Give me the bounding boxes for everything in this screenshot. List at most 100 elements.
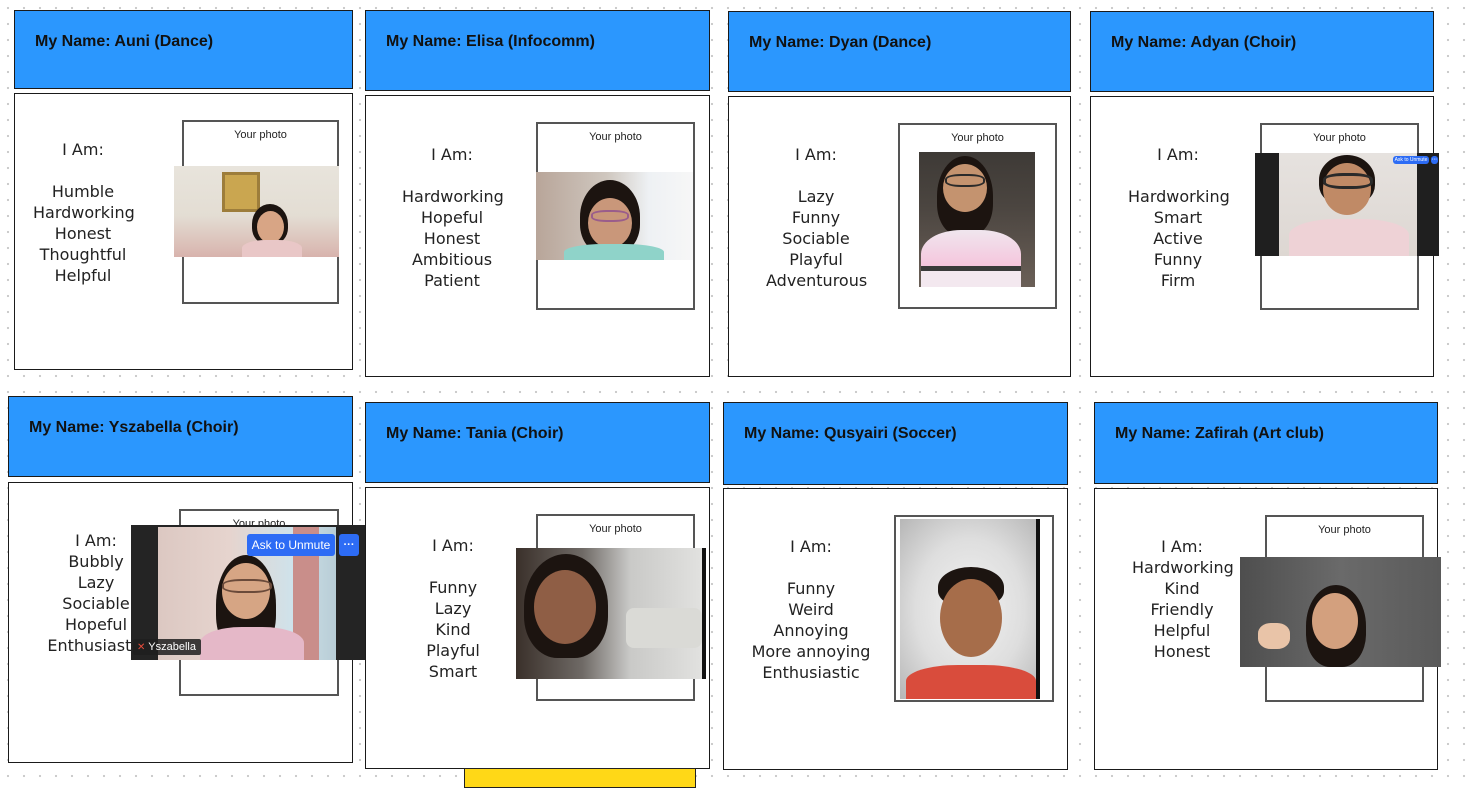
trait-item: Playful: [789, 250, 843, 269]
card-header-tania[interactable]: My Name: Tania (Choir): [365, 402, 710, 483]
card-body-auni[interactable]: I Am: Humble Hardworking Honest Thoughtf…: [14, 93, 353, 370]
card-header-qusyairi[interactable]: My Name: Qusyairi (Soccer): [723, 402, 1068, 485]
trait-item: Patient: [424, 271, 480, 290]
trait-item: Thoughtful: [39, 245, 127, 264]
video-feed: [1279, 153, 1417, 256]
student-photo: [1240, 557, 1441, 667]
i-am-label: I Am:: [431, 145, 473, 164]
photo-label: Your photo: [951, 132, 1004, 144]
face: [1323, 163, 1371, 215]
wall-frame: [222, 172, 260, 212]
card-body-adyan[interactable]: I Am: Hardworking Smart Active Funny Fir…: [1090, 96, 1439, 377]
trait-item: Weird: [788, 600, 834, 619]
card-header-zafirah[interactable]: My Name: Zafirah (Art club): [1094, 402, 1438, 484]
trait-item: Friendly: [1150, 600, 1214, 619]
shirt: [1289, 219, 1409, 256]
trait-list: I Am: Humble Hardworking Honest Thoughtf…: [33, 139, 135, 286]
i-am-label: I Am:: [790, 537, 832, 556]
participant-name-tag: ✕ Yszabella: [133, 639, 201, 655]
face: [257, 211, 284, 243]
card-title: My Name: Auni (Dance): [35, 33, 214, 50]
trait-item: More annoying: [751, 642, 871, 661]
face: [1312, 593, 1358, 649]
trait-item: Hopeful: [420, 208, 484, 227]
card-body-tania[interactable]: I Am: Funny Lazy Kind Playful Smart Your…: [365, 487, 710, 769]
student-photo: [174, 166, 339, 257]
trait-item: Lazy: [434, 599, 472, 618]
trait-item: Honest: [423, 229, 481, 248]
glasses: [591, 210, 629, 222]
card-title: My Name: Zafirah (Art club): [1115, 425, 1324, 442]
i-am-label: I Am:: [1157, 145, 1199, 164]
ask-to-unmute-button[interactable]: Ask to Unmute: [247, 534, 335, 556]
card-title: My Name: Adyan (Choir): [1111, 34, 1297, 51]
trait-list: I Am: Hardworking Smart Active Funny Fir…: [1128, 144, 1230, 291]
sticky-note[interactable]: [464, 768, 696, 788]
trait-item: Active: [1153, 229, 1203, 248]
card-header-auni[interactable]: My Name: Auni (Dance): [14, 10, 353, 89]
shirt: [242, 240, 302, 257]
face: [534, 570, 596, 644]
trait-item: Honest: [1153, 642, 1211, 661]
student-photo: [516, 548, 706, 679]
trait-item: Hardworking: [33, 203, 135, 222]
card-header-dyan[interactable]: My Name: Dyan (Dance): [728, 11, 1071, 92]
card-body-zafirah[interactable]: I Am: Hardworking Kind Friendly Helpful …: [1094, 488, 1441, 770]
shirt: [200, 627, 304, 660]
trait-item: Playful: [426, 641, 480, 660]
i-am-label: I Am:: [62, 140, 104, 159]
student-photo: [536, 172, 693, 260]
card-header-elisa[interactable]: My Name: Elisa (Infocomm): [365, 10, 710, 91]
trait-item: Adventurous: [766, 271, 868, 290]
trait-item: Funny: [1153, 250, 1203, 269]
more-options-button[interactable]: ···: [339, 534, 359, 556]
card-title: My Name: Yszabella (Choir): [29, 419, 239, 436]
trait-item: Annoying: [773, 621, 849, 640]
glasses: [1323, 173, 1373, 189]
photo-label: Your photo: [1313, 132, 1366, 144]
small-ask-to-unmute-button[interactable]: Ask to Unmute: [1393, 156, 1429, 164]
trait-item: Kind: [1164, 579, 1200, 598]
card-title: My Name: Elisa (Infocomm): [386, 33, 595, 50]
i-am-label: I Am:: [795, 145, 837, 164]
trait-item: Smart: [428, 662, 478, 681]
card-header-adyan[interactable]: My Name: Adyan (Choir): [1090, 11, 1434, 92]
hand: [1258, 623, 1290, 649]
bed: [626, 608, 702, 648]
trait-item: Hardworking: [1128, 187, 1230, 206]
student-photo: [919, 152, 1035, 287]
trait-item: Lazy: [797, 187, 835, 206]
trait-item: Helpful: [1153, 621, 1211, 640]
face: [588, 198, 632, 248]
trait-list: I Am: Lazy Funny Sociable Playful Advent…: [766, 144, 868, 291]
card-body-qusyairi[interactable]: I Am: Funny Weird Annoying More annoying…: [723, 488, 1068, 770]
trait-item: Funny: [428, 578, 478, 597]
trait-list: I Am: Funny Weird Annoying More annoying…: [751, 536, 871, 683]
card-header-yszabella[interactable]: My Name: Yszabella (Choir): [8, 396, 353, 477]
participant-video-overlay[interactable]: Ask to Unmute ··· ✕ Yszabella: [131, 525, 365, 660]
shirt: [906, 665, 1036, 699]
trait-item: Hardworking: [1132, 558, 1234, 577]
shirt: [921, 230, 1021, 287]
trait-item: Sociable: [782, 229, 850, 248]
video-edge: [702, 548, 706, 679]
muted-mic-icon: ✕: [137, 642, 146, 653]
trait-item: Honest: [54, 224, 112, 243]
shirt: [564, 244, 664, 260]
photo-label: Your photo: [234, 129, 287, 141]
trait-item: Helpful: [54, 266, 112, 285]
trait-list: I Am: Hardworking Kind Friendly Helpful …: [1132, 536, 1234, 662]
photo-label: Your photo: [1318, 524, 1371, 536]
trait-item: Ambitious: [411, 250, 493, 269]
small-more-options-button[interactable]: ···: [1431, 156, 1438, 164]
trait-item: Firm: [1160, 271, 1196, 290]
student-photo: [900, 519, 1040, 699]
card-body-dyan[interactable]: I Am: Lazy Funny Sociable Playful Advent…: [728, 96, 1071, 377]
card-title: My Name: Dyan (Dance): [749, 34, 932, 51]
face: [943, 164, 987, 212]
card-body-elisa[interactable]: I Am: Hardworking Hopeful Honest Ambitio…: [365, 95, 710, 377]
video-edge: [1036, 519, 1040, 699]
glasses: [222, 579, 272, 593]
trait-item: Humble: [51, 182, 115, 201]
photo-label: Your photo: [589, 523, 642, 535]
